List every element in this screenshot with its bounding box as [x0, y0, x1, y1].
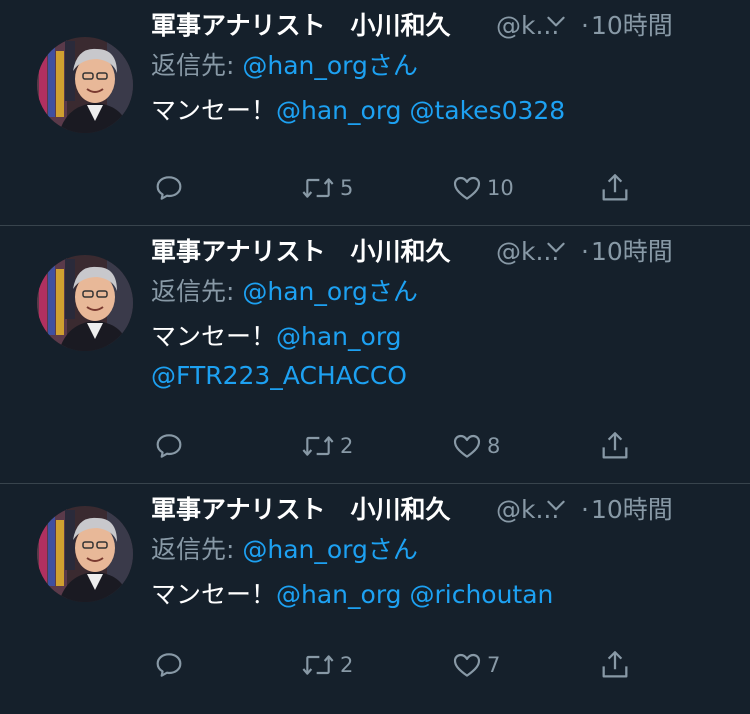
- display-name[interactable]: 軍事アナリスト 小川和久: [151, 490, 451, 530]
- tweet-mentions-line2[interactable]: @FTR223_ACHACCO: [151, 361, 407, 390]
- retweet-button[interactable]: 2: [300, 426, 353, 466]
- tweet-actions: 2 8: [0, 426, 750, 466]
- tweet-text: マンセー！@han_org @takes0328: [151, 91, 691, 130]
- tweet-actions: 5 10: [0, 168, 750, 208]
- tweet[interactable]: 軍事アナリスト 小川和久 @k... · 10時間 返信先: @han_orgさ…: [0, 226, 750, 484]
- tweet-text-plain: マンセー！: [151, 580, 277, 609]
- timestamp[interactable]: 10時間: [591, 490, 673, 530]
- tweet-text: マンセー！@han_org @FTR223_ACHACCO: [151, 317, 691, 395]
- avatar[interactable]: [37, 37, 133, 133]
- share-icon: [602, 651, 628, 678]
- reply-button[interactable]: [153, 168, 185, 208]
- tweet-mentions[interactable]: @han_org @takes0328: [276, 96, 565, 125]
- reply-button[interactable]: [153, 645, 185, 685]
- tweet-header: 軍事アナリスト 小川和久 @k... · 10時間: [151, 232, 731, 272]
- tweet-actions: 2 7: [0, 645, 750, 685]
- chevron-down-icon[interactable]: [543, 492, 569, 518]
- tweet[interactable]: 軍事アナリスト 小川和久 @k... · 10時間 返信先: @han_orgさ…: [0, 0, 750, 226]
- share-button[interactable]: [598, 168, 632, 208]
- reply-context: 返信先: @han_orgさん: [151, 274, 418, 310]
- reply-button[interactable]: [153, 426, 185, 466]
- like-button[interactable]: 10: [451, 168, 514, 208]
- retweet-count: 2: [340, 434, 354, 458]
- separator-dot: ·: [581, 237, 589, 266]
- share-icon: [602, 432, 628, 459]
- tweet-header: 軍事アナリスト 小川和久 @k... · 10時間: [151, 6, 731, 46]
- like-count: 7: [487, 653, 501, 677]
- heart-icon: [453, 176, 481, 200]
- reply-icon: [156, 176, 182, 200]
- timestamp[interactable]: 10時間: [591, 6, 673, 46]
- tweet[interactable]: 軍事アナリスト 小川和久 @k... · 10時間 返信先: @han_orgさ…: [0, 484, 750, 714]
- reply-prefix: 返信先:: [151, 535, 243, 564]
- tweet-mentions[interactable]: @han_org: [276, 322, 402, 351]
- reply-context: 返信先: @han_orgさん: [151, 48, 418, 84]
- retweet-icon: [302, 436, 334, 456]
- reply-suffix[interactable]: さん: [368, 277, 418, 306]
- timestamp[interactable]: 10時間: [591, 232, 673, 272]
- share-icon: [602, 174, 628, 201]
- reply-suffix[interactable]: さん: [368, 535, 418, 564]
- reply-mention[interactable]: @han_org: [242, 51, 368, 80]
- display-name[interactable]: 軍事アナリスト 小川和久: [151, 6, 451, 46]
- like-count: 10: [487, 176, 514, 200]
- tweet-text-plain: マンセー！: [151, 96, 277, 125]
- retweet-count: 5: [340, 176, 354, 200]
- like-count: 8: [487, 434, 501, 458]
- chevron-down-icon[interactable]: [543, 234, 569, 260]
- retweet-count: 2: [340, 653, 354, 677]
- tweet-mentions[interactable]: @han_org @richoutan: [276, 580, 553, 609]
- reply-context: 返信先: @han_orgさん: [151, 532, 418, 568]
- avatar[interactable]: [37, 255, 133, 351]
- display-name[interactable]: 軍事アナリスト 小川和久: [151, 232, 451, 272]
- retweet-button[interactable]: 5: [300, 168, 353, 208]
- separator-dot: ·: [581, 11, 589, 40]
- reply-icon: [156, 434, 182, 458]
- retweet-icon: [302, 655, 334, 675]
- like-button[interactable]: 7: [451, 645, 500, 685]
- reply-mention[interactable]: @han_org: [242, 277, 368, 306]
- heart-icon: [453, 653, 481, 677]
- tweet-text-plain: マンセー！: [151, 322, 277, 351]
- share-button[interactable]: [598, 426, 632, 466]
- reply-prefix: 返信先:: [151, 277, 243, 306]
- reply-suffix[interactable]: さん: [368, 51, 418, 80]
- reply-icon: [156, 653, 182, 677]
- heart-icon: [453, 434, 481, 458]
- separator-dot: ·: [581, 495, 589, 524]
- reply-prefix: 返信先:: [151, 51, 243, 80]
- share-button[interactable]: [598, 645, 632, 685]
- retweet-button[interactable]: 2: [300, 645, 353, 685]
- like-button[interactable]: 8: [451, 426, 500, 466]
- avatar[interactable]: [37, 506, 133, 602]
- reply-mention[interactable]: @han_org: [242, 535, 368, 564]
- retweet-icon: [302, 178, 334, 198]
- chevron-down-icon[interactable]: [543, 8, 569, 34]
- tweet-text: マンセー！@han_org @richoutan: [151, 575, 691, 614]
- tweet-header: 軍事アナリスト 小川和久 @k... · 10時間: [151, 490, 731, 530]
